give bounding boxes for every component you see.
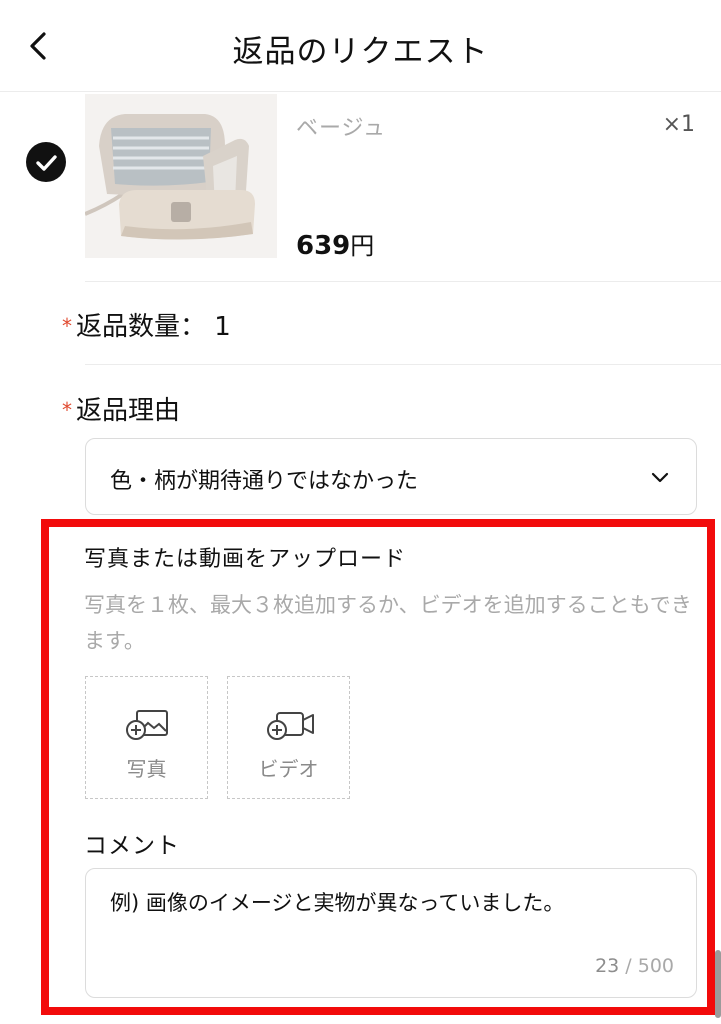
upload-description: 写真を１枚、最大３枚追加するか、ビデオを追加することもできます。 xyxy=(84,593,692,653)
required-mark: * xyxy=(62,398,72,422)
return-quantity-row: * 返品数量： 1 xyxy=(62,306,231,343)
add-photo-button[interactable]: 写真 xyxy=(85,676,208,799)
return-reason-row: * 返品理由 xyxy=(62,390,180,427)
product-price: 639円 xyxy=(296,226,374,261)
return-request-screen: 返品のリクエスト ベージュ ×1 639円 * 返品数量： 1 * 返品理由 色… xyxy=(0,0,721,1024)
chevron-down-icon xyxy=(651,472,669,483)
scrollbar[interactable] xyxy=(715,950,721,1018)
product-variant: ベージュ xyxy=(296,116,387,141)
return-reason-label: 返品理由 xyxy=(76,396,181,426)
product-image[interactable] xyxy=(85,94,277,258)
photo-label: 写真 xyxy=(126,757,167,781)
comment-text: 例) 画像のイメージと実物が異なっていました。 xyxy=(110,891,565,915)
char-separator: / xyxy=(619,955,638,977)
required-mark: * xyxy=(62,314,72,338)
return-reason-value: 色・柄が期待通りではなかった xyxy=(110,469,419,494)
header: 返品のリクエスト xyxy=(0,0,721,92)
return-quantity-label: 返品数量： xyxy=(76,312,207,342)
comment-label: コメント xyxy=(84,833,180,859)
divider xyxy=(85,364,721,365)
price-unit: 円 xyxy=(350,232,375,260)
comment-textarea[interactable]: 例) 画像のイメージと実物が異なっていました。 23 / 500 xyxy=(85,868,697,998)
char-counter: 23 / 500 xyxy=(595,955,674,977)
price-value: 639 xyxy=(296,231,351,261)
item-selected-checkbox[interactable] xyxy=(26,142,66,182)
return-quantity-value: 1 xyxy=(214,312,231,342)
pouch-image xyxy=(85,94,277,258)
add-video-icon xyxy=(267,712,314,740)
char-count: 23 xyxy=(595,955,620,977)
page-title: 返品のリクエスト xyxy=(232,34,489,70)
add-photo-icon xyxy=(126,710,168,740)
char-max: 500 xyxy=(637,955,674,977)
product-quantity: ×1 xyxy=(662,112,695,137)
divider xyxy=(85,281,721,282)
add-video-button[interactable]: ビデオ xyxy=(227,676,350,799)
upload-title: 写真または動画をアップロード xyxy=(84,547,407,572)
return-reason-select[interactable]: 色・柄が期待通りではなかった xyxy=(85,438,697,515)
video-label: ビデオ xyxy=(258,757,319,781)
checkmark-icon xyxy=(36,155,57,171)
